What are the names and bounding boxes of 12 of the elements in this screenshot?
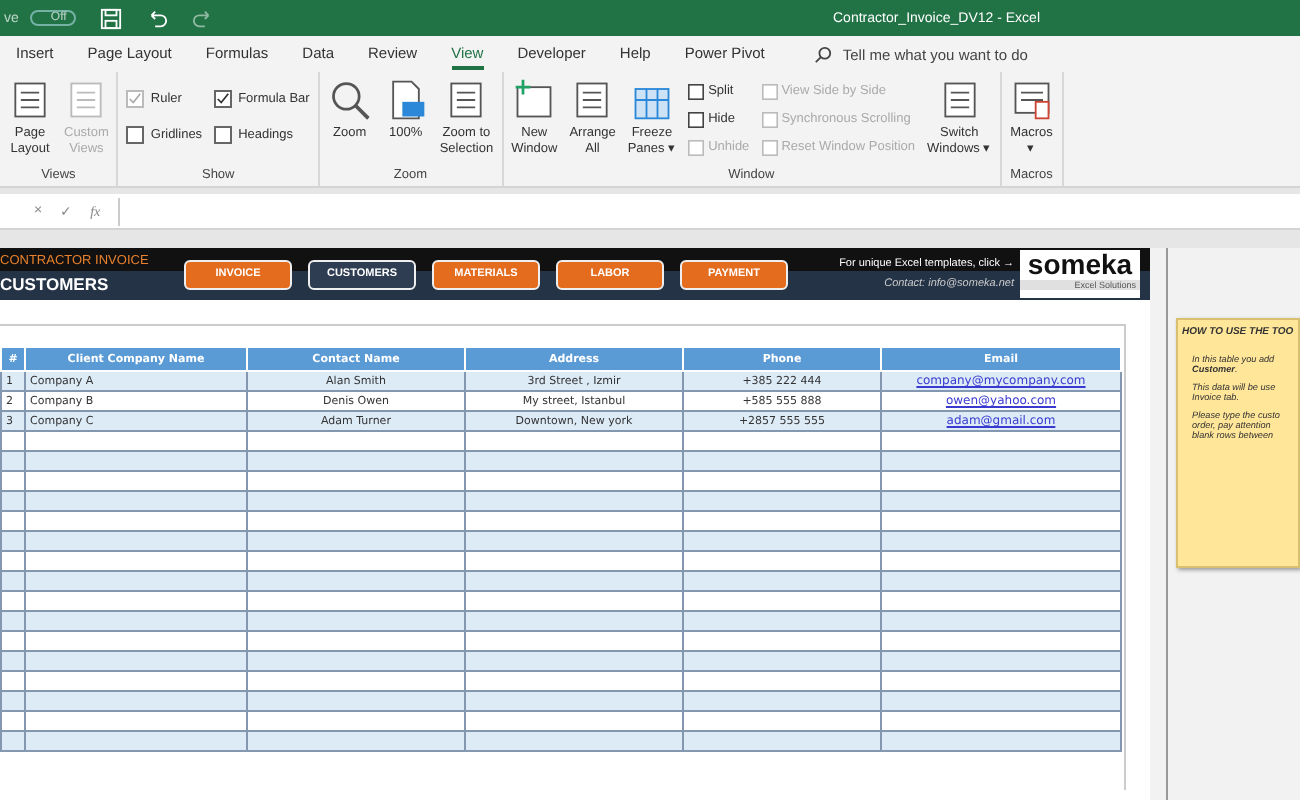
save-icon[interactable] [100,7,123,29]
undo-icon[interactable] [146,7,169,29]
new-window-icon [512,78,557,122]
search-icon [814,45,833,63]
magnifier-icon [327,78,372,122]
banner-title: CUSTOMERS [0,274,111,294]
macro-icon [1009,78,1054,122]
checkmark-icon [128,91,143,105]
checkmark-icon [216,91,231,105]
page-icon [8,78,52,122]
logo-wordmark: someka [1027,250,1133,280]
redo-icon[interactable] [192,7,215,29]
